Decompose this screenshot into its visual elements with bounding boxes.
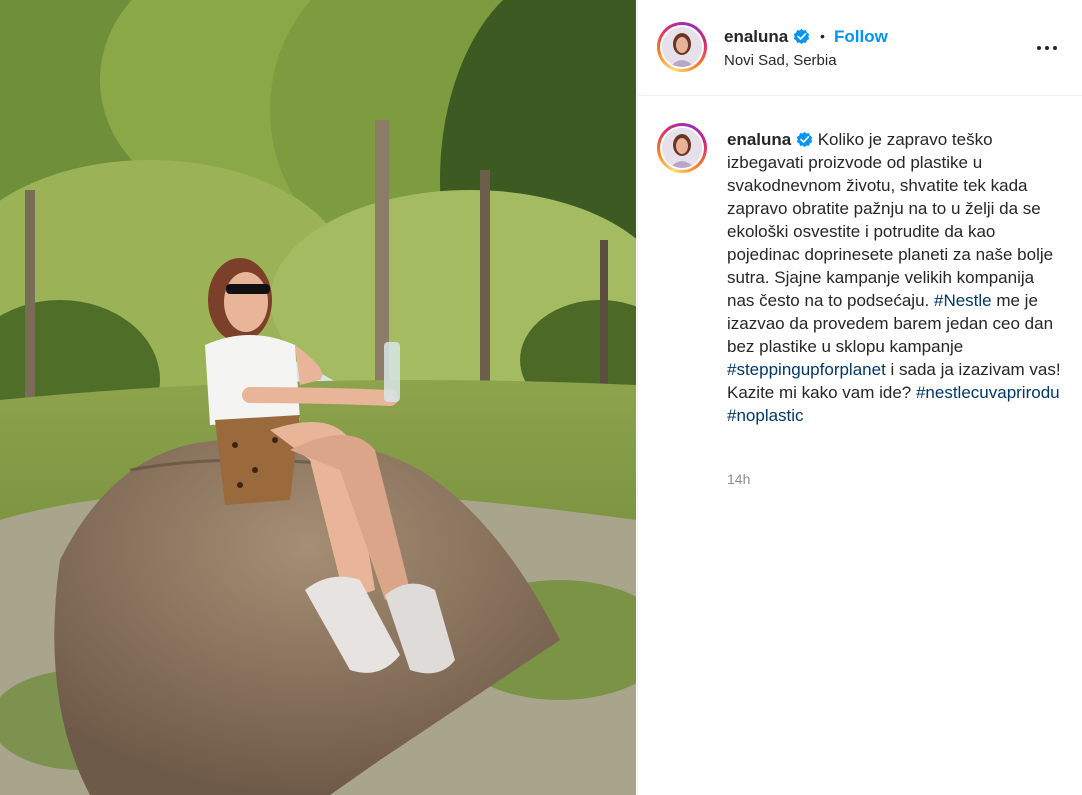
post-timestamp[interactable]: 14h (727, 471, 750, 487)
caption-username[interactable]: enaluna (727, 130, 791, 149)
more-options-icon[interactable] (1034, 32, 1064, 62)
hashtag-link[interactable]: #nestlecuvaprirodu (916, 383, 1060, 402)
follow-button[interactable]: Follow (834, 27, 888, 47)
avatar-image (662, 128, 702, 168)
post-header: enaluna • Follow Novi Sad, Serbia (638, 0, 1082, 96)
verified-badge-icon (796, 131, 813, 148)
verified-badge-icon (793, 28, 810, 45)
post-caption: enaluna Koliko je zapravo teško izbegava… (727, 128, 1062, 427)
location-link[interactable]: Novi Sad, Serbia (724, 52, 837, 69)
post-photo[interactable] (0, 0, 636, 795)
username-text[interactable]: enaluna (724, 27, 788, 46)
caption-avatar[interactable] (657, 123, 707, 173)
separator-dot: • (820, 28, 825, 44)
hashtag-link[interactable]: #noplastic (727, 406, 804, 425)
hashtag-link[interactable]: #Nestle (934, 291, 992, 310)
caption-segment (1060, 383, 1065, 402)
avatar-image (662, 27, 702, 67)
hashtag-link[interactable]: #steppingupforplanet (727, 360, 886, 379)
post-side-panel: enaluna • Follow Novi Sad, Serbia enalun… (637, 0, 1082, 795)
caption-segment: Koliko je zapravo teško izbegavati proiz… (727, 130, 1058, 310)
username[interactable]: enaluna (724, 27, 810, 47)
park-photo-illustration (0, 0, 636, 795)
avatar[interactable] (657, 22, 707, 72)
